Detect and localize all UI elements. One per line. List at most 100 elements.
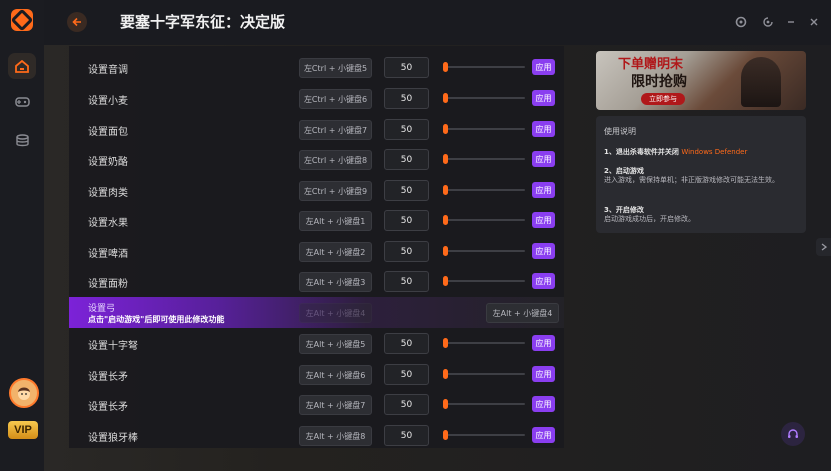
- close-button[interactable]: [805, 13, 823, 31]
- value-input[interactable]: 50: [384, 210, 429, 231]
- sidebar-item-library[interactable]: [8, 127, 36, 153]
- step1-highlight: Windows Defender: [681, 148, 748, 156]
- slider-handle[interactable]: [443, 369, 448, 379]
- apply-button[interactable]: 应用: [532, 396, 555, 412]
- hotkey-button[interactable]: 左Alt + 小键盘2: [299, 242, 372, 262]
- apply-button[interactable]: 应用: [532, 243, 555, 259]
- slider-handle[interactable]: [443, 246, 448, 256]
- cheat-label: 设置面包: [88, 127, 128, 138]
- value-slider[interactable]: [443, 369, 525, 379]
- step1-title: 1、退出杀毒软件并关闭 Windows Defender: [604, 147, 747, 157]
- back-button[interactable]: [67, 12, 87, 32]
- instructions-panel: 使用说明 1、退出杀毒软件并关闭 Windows Defender 2、启动游戏…: [596, 116, 806, 233]
- hotkey-button[interactable]: 左Alt + 小键盘6: [299, 365, 372, 385]
- value-slider[interactable]: [443, 124, 525, 134]
- slider-handle[interactable]: [443, 215, 448, 225]
- title-bar: 要塞十字军东征：决定版: [44, 0, 831, 45]
- cheat-label: 设置长矛: [88, 402, 128, 413]
- hotkey-button[interactable]: 左Alt + 小键盘4: [486, 303, 559, 323]
- app-logo: [11, 9, 33, 31]
- apply-button[interactable]: 应用: [532, 335, 555, 351]
- sidebar-item-home[interactable]: [8, 53, 36, 79]
- hotkey-button[interactable]: 左Alt + 小键盘8: [299, 426, 372, 446]
- value-slider[interactable]: [443, 338, 525, 348]
- slider-handle[interactable]: [443, 93, 448, 103]
- apply-button[interactable]: 应用: [532, 151, 555, 167]
- pin-button[interactable]: [759, 13, 777, 31]
- value-input[interactable]: 50: [384, 394, 429, 415]
- slider-handle[interactable]: [443, 338, 448, 348]
- vip-badge[interactable]: VIP: [8, 421, 38, 439]
- apply-button[interactable]: 应用: [532, 121, 555, 137]
- value-slider[interactable]: [443, 399, 525, 409]
- value-input[interactable]: 50: [384, 119, 429, 140]
- step1-title-text: 1、退出杀毒软件并关闭: [604, 148, 679, 156]
- hotkey-button[interactable]: 左Ctrl + 小键盘6: [299, 89, 372, 109]
- apply-button[interactable]: 应用: [532, 366, 555, 382]
- hotkey-button[interactable]: 左Alt + 小键盘3: [299, 272, 372, 292]
- cheat-label: 设置长矛: [88, 372, 128, 383]
- value-slider[interactable]: [443, 246, 525, 256]
- value-slider[interactable]: [443, 215, 525, 225]
- apply-button[interactable]: 应用: [532, 182, 555, 198]
- value-input[interactable]: 50: [384, 271, 429, 292]
- apply-button[interactable]: 应用: [532, 90, 555, 106]
- slider-handle[interactable]: [443, 185, 448, 195]
- slider-handle[interactable]: [443, 154, 448, 164]
- promo-banner[interactable]: 下单赠明末 限时抢购 立即参与: [596, 51, 806, 110]
- value-slider[interactable]: [443, 185, 525, 195]
- cheat-label: 设置弓: [88, 304, 116, 314]
- locked-cheat-row[interactable]: 设置弓 点击"启动游戏"后即可使用此修改功能 左Alt + 小键盘4 左Alt …: [69, 297, 564, 328]
- cheat-label: 设置狼牙棒: [88, 433, 138, 444]
- locked-hint: 点击"启动游戏"后即可使用此修改功能: [88, 315, 225, 324]
- hotkey-button[interactable]: 左Alt + 小键盘7: [299, 395, 372, 415]
- settings-button[interactable]: [732, 13, 750, 31]
- cheat-label: 设置啤酒: [88, 249, 128, 260]
- cheat-row: 设置十字弩 左Alt + 小键盘5 50 应用: [69, 328, 564, 359]
- user-avatar[interactable]: [9, 378, 39, 408]
- cheat-row: 设置长矛 左Alt + 小键盘6 50 应用: [69, 359, 564, 390]
- value-input[interactable]: 50: [384, 149, 429, 170]
- slider-handle[interactable]: [443, 430, 448, 440]
- hotkey-button[interactable]: 左Alt + 小键盘1: [299, 211, 372, 231]
- hotkey-button[interactable]: 左Ctrl + 小键盘7: [299, 120, 372, 140]
- hotkey-button[interactable]: 左Alt + 小键盘5: [299, 334, 372, 354]
- step3-text: 启动游戏成功后，开启修改。: [604, 215, 695, 223]
- sidebar-item-games[interactable]: [8, 89, 36, 115]
- hotkey-button[interactable]: 左Ctrl + 小键盘8: [299, 150, 372, 170]
- value-input[interactable]: 50: [384, 425, 429, 446]
- home-icon: [15, 59, 29, 73]
- apply-button[interactable]: 应用: [532, 59, 555, 75]
- hotkey-button[interactable]: 左Ctrl + 小键盘9: [299, 181, 372, 201]
- apply-button[interactable]: 应用: [532, 212, 555, 228]
- value-input[interactable]: 50: [384, 333, 429, 354]
- hotkey-button: 左Alt + 小键盘4: [299, 303, 372, 323]
- apply-button[interactable]: 应用: [532, 273, 555, 289]
- slider-handle[interactable]: [443, 399, 448, 409]
- slider-handle[interactable]: [443, 124, 448, 134]
- value-slider[interactable]: [443, 93, 525, 103]
- cheat-row: 设置音调 左Ctrl + 小键盘5 50 应用: [69, 52, 564, 83]
- apply-button[interactable]: 应用: [532, 427, 555, 443]
- value-input[interactable]: 50: [384, 241, 429, 262]
- cheat-row: 设置奶酪 左Ctrl + 小键盘8 50 应用: [69, 144, 564, 175]
- cheat-label: 设置十字弩: [88, 341, 138, 352]
- value-input[interactable]: 50: [384, 57, 429, 78]
- value-slider[interactable]: [443, 276, 525, 286]
- hotkey-button[interactable]: 左Ctrl + 小键盘5: [299, 58, 372, 78]
- banner-cta[interactable]: 立即参与: [641, 93, 685, 105]
- expand-panel-button[interactable]: [816, 238, 831, 256]
- cheat-row: 设置面粉 左Alt + 小键盘3 50 应用: [69, 266, 564, 297]
- value-input[interactable]: 50: [384, 364, 429, 385]
- value-input[interactable]: 50: [384, 88, 429, 109]
- value-slider[interactable]: [443, 62, 525, 72]
- minimize-button[interactable]: [782, 13, 800, 31]
- slider-handle[interactable]: [443, 62, 448, 72]
- slider-handle[interactable]: [443, 276, 448, 286]
- value-slider[interactable]: [443, 154, 525, 164]
- pin-icon: [763, 17, 773, 27]
- support-button[interactable]: [781, 422, 805, 446]
- value-slider[interactable]: [443, 430, 525, 440]
- value-input[interactable]: 50: [384, 180, 429, 201]
- arrow-left-icon: [72, 17, 81, 27]
